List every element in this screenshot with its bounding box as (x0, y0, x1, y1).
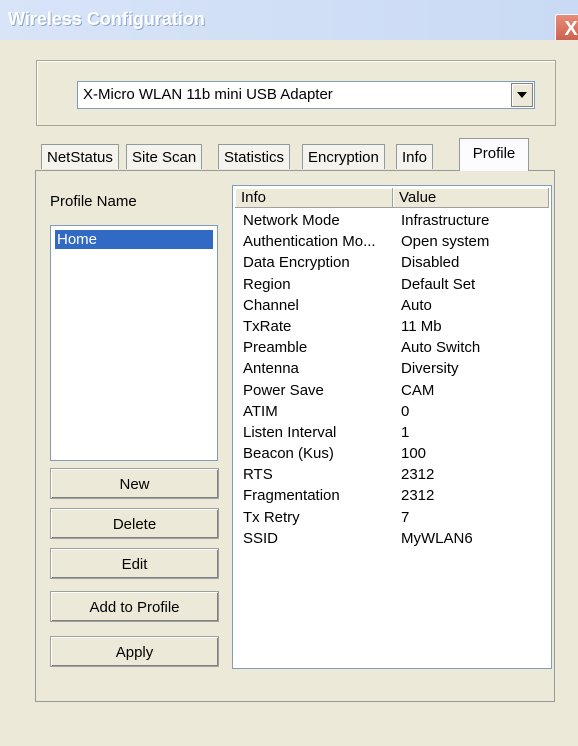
tab-encryption[interactable]: Encryption (302, 144, 385, 169)
row-key: RTS (243, 466, 273, 484)
profile-info-table[interactable]: Info Value Network Mode Infrastructure Au… (232, 185, 552, 669)
table-row: Region Default Set (233, 274, 551, 295)
table-row: Antenna Diversity (233, 358, 551, 379)
row-value: Auto Switch (401, 339, 481, 357)
row-value: Diversity (401, 360, 459, 378)
row-key: Beacon (Kus) (243, 445, 334, 463)
adapter-dropdown[interactable]: X-Micro WLAN 11b mini USB Adapter (77, 81, 535, 109)
profile-name-label: Profile Name (50, 193, 137, 210)
table-row: Tx Retry 7 (233, 507, 551, 528)
apply-button[interactable]: Apply (50, 636, 219, 667)
profile-item-home[interactable]: Home (55, 230, 213, 249)
row-value: 100 (401, 445, 427, 463)
tab-info[interactable]: Info (396, 144, 434, 169)
table-row: ATIM 0 (233, 401, 551, 422)
row-key: Channel (243, 296, 299, 314)
tab-site-scan[interactable]: Site Scan (126, 144, 203, 169)
row-key: Fragmentation (243, 487, 340, 505)
table-row: Channel Auto (233, 295, 551, 316)
row-value: 2312 (401, 487, 435, 505)
table-row: Authentication Mo... Open system (233, 231, 551, 252)
row-key: Region (243, 275, 291, 293)
edit-button[interactable]: Edit (50, 548, 219, 579)
row-value: 1 (401, 423, 410, 441)
row-value: Default Set (401, 275, 476, 293)
tab-netstatus[interactable]: NetStatus (41, 144, 119, 169)
new-button[interactable]: New (50, 468, 219, 499)
add-to-profile-button[interactable]: Add to Profile (50, 591, 219, 622)
row-value: CAM (401, 381, 435, 399)
title-bar: Wireless Configuration (0, 0, 578, 40)
row-value: Disabled (401, 254, 460, 272)
column-header-info[interactable]: Info (235, 188, 393, 208)
table-row: Data Encryption Disabled (233, 252, 551, 273)
info-rows: Network Mode Infrastructure Authenticatio… (233, 210, 551, 549)
column-header-value[interactable]: Value (393, 188, 549, 208)
row-key: TxRate (243, 317, 292, 335)
row-key: Listen Interval (243, 423, 337, 441)
tab-profile[interactable]: Profile (459, 138, 529, 171)
row-key: ATIM (243, 402, 278, 420)
row-key: Power Save (243, 381, 324, 399)
row-value: 2312 (401, 466, 435, 484)
table-row: RTS 2312 (233, 464, 551, 485)
table-row: Fragmentation 2312 (233, 485, 551, 506)
row-key: Network Mode (243, 212, 340, 229)
row-key: Authentication Mo... (243, 233, 376, 251)
row-key: Tx Retry (243, 508, 300, 526)
table-row: Network Mode Infrastructure (233, 210, 551, 231)
table-row: TxRate 11 Mb (233, 316, 551, 337)
window-title: Wireless Configuration (8, 9, 205, 29)
chevron-down-icon[interactable] (511, 83, 533, 107)
row-value: 0 (401, 402, 410, 420)
row-key: Data Encryption (243, 254, 350, 272)
row-value: MyWLAN6 (401, 529, 473, 547)
profile-list[interactable]: Home (50, 225, 218, 461)
row-value: Auto (401, 296, 432, 314)
row-value: 7 (401, 508, 410, 526)
adapter-dropdown-value: X-Micro WLAN 11b mini USB Adapter (83, 86, 333, 103)
table-row: Preamble Auto Switch (233, 337, 551, 358)
table-row: Beacon (Kus) 100 (233, 443, 551, 464)
table-row: Listen Interval 1 (233, 422, 551, 443)
tab-statistics[interactable]: Statistics (218, 144, 291, 169)
row-value: Open system (401, 233, 490, 251)
row-key: Preamble (243, 339, 308, 357)
row-key: Antenna (243, 360, 299, 378)
delete-button[interactable]: Delete (50, 508, 219, 539)
table-row: Power Save CAM (233, 380, 551, 401)
row-key: SSID (243, 529, 279, 547)
row-value: Infrastructure (401, 212, 490, 229)
table-row: SSID MyWLAN6 (233, 528, 551, 549)
row-value: 11 Mb (401, 317, 442, 335)
